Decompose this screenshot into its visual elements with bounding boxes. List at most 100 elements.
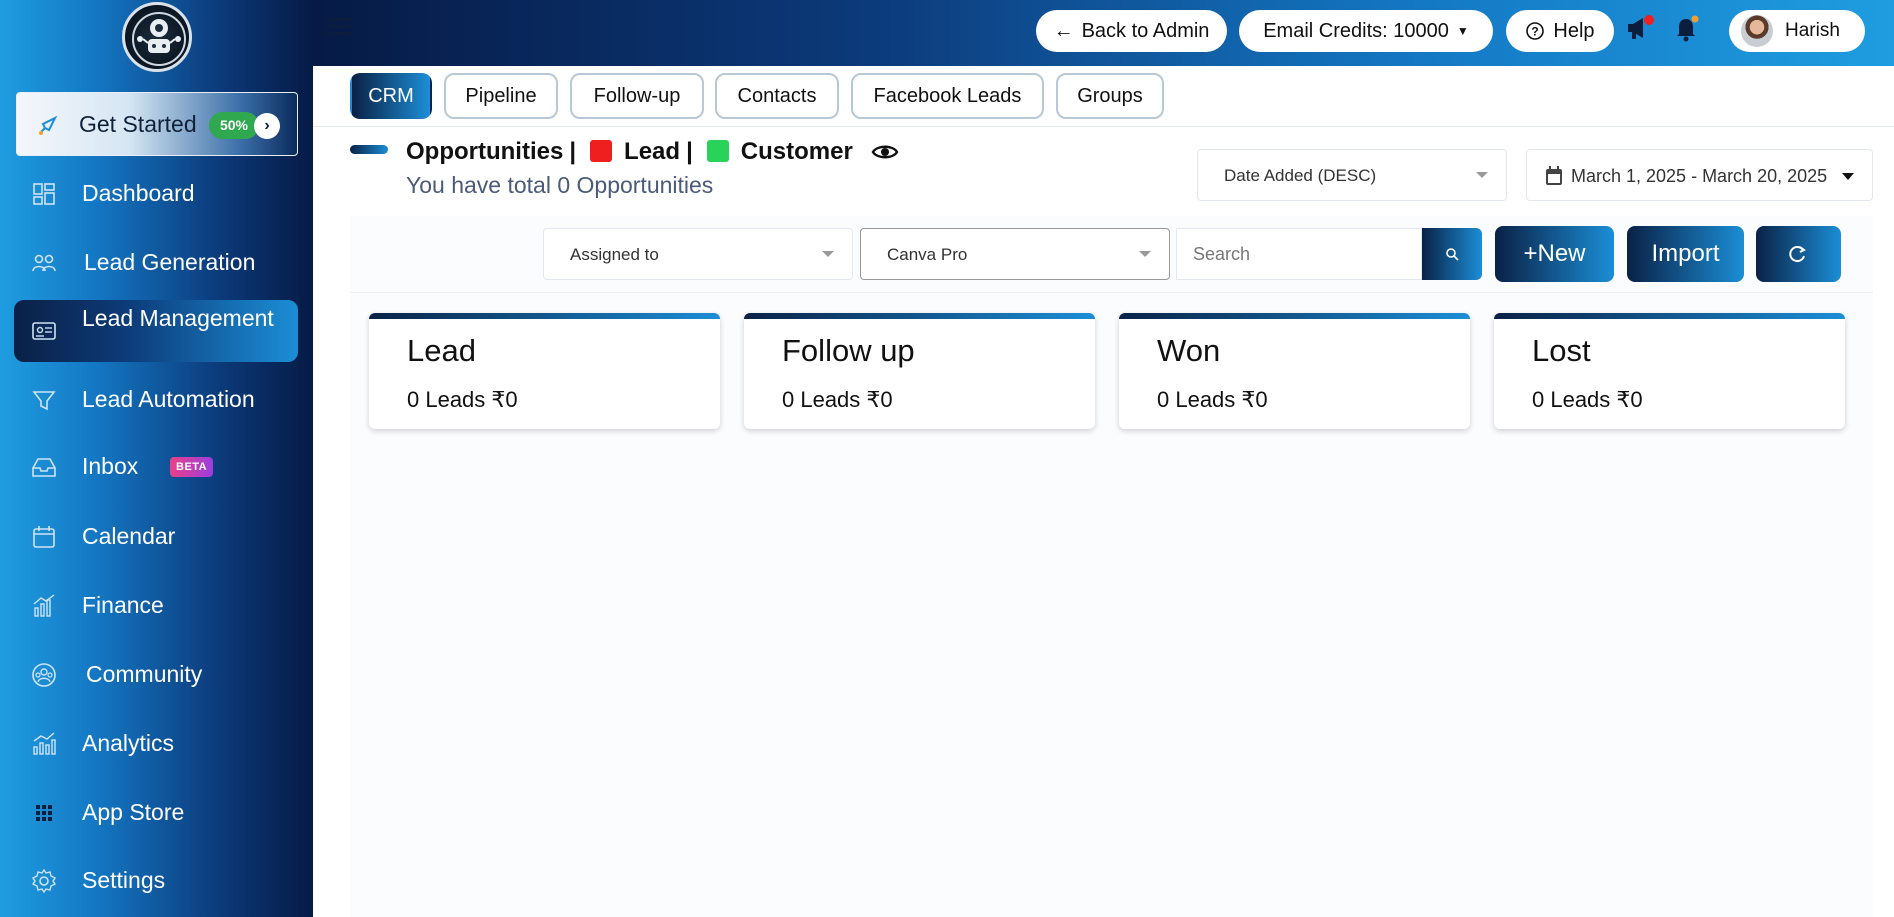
tab-pipeline[interactable]: Pipeline [444, 73, 558, 119]
sidebar-item-dashboard[interactable]: Dashboard [14, 163, 298, 223]
sidebar-item-label: Analytics [82, 730, 175, 756]
new-button-label: New [1537, 240, 1586, 267]
stage-title: Lost [1532, 333, 1591, 368]
gear-icon [31, 868, 57, 894]
sidebar-item-label: Finance [82, 592, 164, 618]
caret-down-icon [822, 251, 834, 257]
bell-icon[interactable] [1673, 14, 1701, 42]
progress-badge: 50% [209, 112, 259, 139]
opportunities-subtitle: You have total 0 Opportunities [406, 172, 714, 198]
community-icon [32, 663, 56, 687]
search-icon [1446, 248, 1459, 261]
new-button[interactable]: +New [1495, 226, 1614, 282]
eye-icon[interactable] [871, 141, 899, 163]
tab-crm[interactable]: CRM [350, 73, 432, 119]
stage-stats: 0 Leads ₹0 [407, 387, 518, 412]
card-accent-bar [369, 313, 720, 319]
inbox-icon [32, 458, 56, 477]
back-to-admin-button[interactable]: ← Back to Admin [1036, 10, 1227, 52]
user-menu[interactable]: Harish [1729, 10, 1865, 52]
analytics-icon [33, 732, 56, 755]
customer-legend-swatch [706, 140, 729, 162]
help-label: Help [1553, 19, 1595, 42]
tabs-divider [313, 126, 1894, 127]
card-accent-bar [744, 313, 1095, 319]
sidebar-item-label: App Store [82, 799, 185, 825]
finance-icon [33, 594, 55, 617]
robot-logo-icon [132, 12, 186, 66]
sidebar-item-label: Dashboard [82, 180, 195, 206]
rocket-icon [39, 115, 58, 135]
avatar [1741, 15, 1773, 47]
get-started-button[interactable]: Get Started 50% › [16, 92, 298, 156]
back-to-admin-label: Back to Admin [1081, 19, 1210, 42]
search-button[interactable] [1422, 228, 1482, 280]
sidebar-item-lead-generation[interactable]: Lead Generation [14, 232, 298, 292]
help-button[interactable]: ? Help [1506, 10, 1614, 52]
stage-card-lead[interactable]: Lead 0 Leads ₹0 [369, 313, 720, 429]
sidebar-item-lead-automation[interactable]: Lead Automation [14, 369, 298, 429]
product-select[interactable]: Canva Pro [860, 228, 1170, 280]
card-accent-bar [1119, 313, 1470, 319]
lead-legend-swatch [590, 140, 613, 162]
sidebar-item-label: Lead Generation [84, 249, 256, 275]
question-circle-icon: ? [1526, 22, 1545, 40]
stage-stats: 0 Leads ₹0 [1532, 387, 1643, 412]
sidebar-item-label: Lead Management [82, 305, 274, 331]
email-credits-label: Email Credits: 10000 [1263, 19, 1449, 42]
tab-follow-up[interactable]: Follow-up [570, 73, 704, 119]
chevron-right-icon[interactable]: › [254, 113, 280, 139]
users-icon [32, 254, 56, 272]
email-credits-dropdown[interactable]: Email Credits: 10000 ▼ [1239, 10, 1493, 52]
stage-card-lost[interactable]: Lost 0 Leads ₹0 [1494, 313, 1845, 429]
sidebar-item-analytics[interactable]: Analytics [14, 713, 298, 773]
sidebar-item-lead-management[interactable]: Lead Management [14, 300, 298, 362]
card-accent-bar [1494, 313, 1845, 319]
stage-card-follow-up[interactable]: Follow up 0 Leads ₹0 [744, 313, 1095, 429]
accent-dash [350, 145, 388, 154]
grid-icon [36, 805, 52, 821]
sidebar-item-label: Settings [82, 867, 166, 893]
sidebar-item-label: Calendar [82, 523, 176, 549]
sidebar-item-app-store[interactable]: App Store [14, 782, 298, 842]
app-logo[interactable] [122, 2, 192, 72]
user-name: Harish [1785, 20, 1840, 41]
dashboard-icon [33, 183, 55, 205]
beta-badge: BETA [170, 457, 214, 477]
product-select-value: Canva Pro [887, 245, 968, 264]
stage-title: Lead [407, 333, 476, 368]
panel-divider [350, 292, 1873, 293]
search-field[interactable] [1176, 228, 1422, 280]
tab-groups[interactable]: Groups [1056, 73, 1164, 119]
date-range-picker[interactable]: March 1, 2025 - March 20, 2025 [1526, 149, 1873, 201]
sidebar-item-inbox[interactable]: Inbox BETA [14, 436, 298, 496]
search-input[interactable] [1177, 229, 1421, 279]
stage-stats: 0 Leads ₹0 [1157, 387, 1268, 412]
caret-down-icon [1139, 251, 1151, 257]
stage-card-won[interactable]: Won 0 Leads ₹0 [1119, 313, 1470, 429]
import-button[interactable]: Import [1627, 226, 1744, 282]
sidebar: Get Started 50% › Dashboard Lead Generat… [0, 0, 313, 917]
megaphone-icon[interactable] [1625, 14, 1655, 42]
arrow-left-icon: ← [1053, 19, 1074, 42]
get-started-label: Get Started [79, 111, 197, 137]
sidebar-item-finance[interactable]: Finance [14, 575, 298, 635]
stage-stats: 0 Leads ₹0 [782, 387, 893, 412]
sidebar-item-community[interactable]: Community [14, 644, 298, 704]
date-range-value: March 1, 2025 - March 20, 2025 [1571, 166, 1828, 186]
sidebar-item-label: Community [86, 661, 203, 687]
sidebar-item-label: Inbox [82, 453, 139, 479]
hamburger-menu-icon[interactable] [329, 18, 353, 36]
refresh-button[interactable] [1756, 226, 1841, 282]
sort-select[interactable]: Date Added (DESC) [1197, 149, 1507, 201]
stage-title: Follow up [782, 333, 915, 368]
lead-legend-label: Lead [624, 138, 681, 165]
assigned-to-select[interactable]: Assigned to [543, 228, 853, 280]
sidebar-item-calendar[interactable]: Calendar [14, 506, 298, 566]
tab-contacts[interactable]: Contacts [715, 73, 839, 119]
sidebar-item-settings[interactable]: Settings [14, 850, 298, 910]
opportunities-label: Opportunities [406, 138, 564, 165]
tab-facebook-leads[interactable]: Facebook Leads [851, 73, 1044, 119]
assigned-to-value: Assigned to [570, 245, 659, 264]
customer-legend-label: Customer [740, 138, 853, 165]
